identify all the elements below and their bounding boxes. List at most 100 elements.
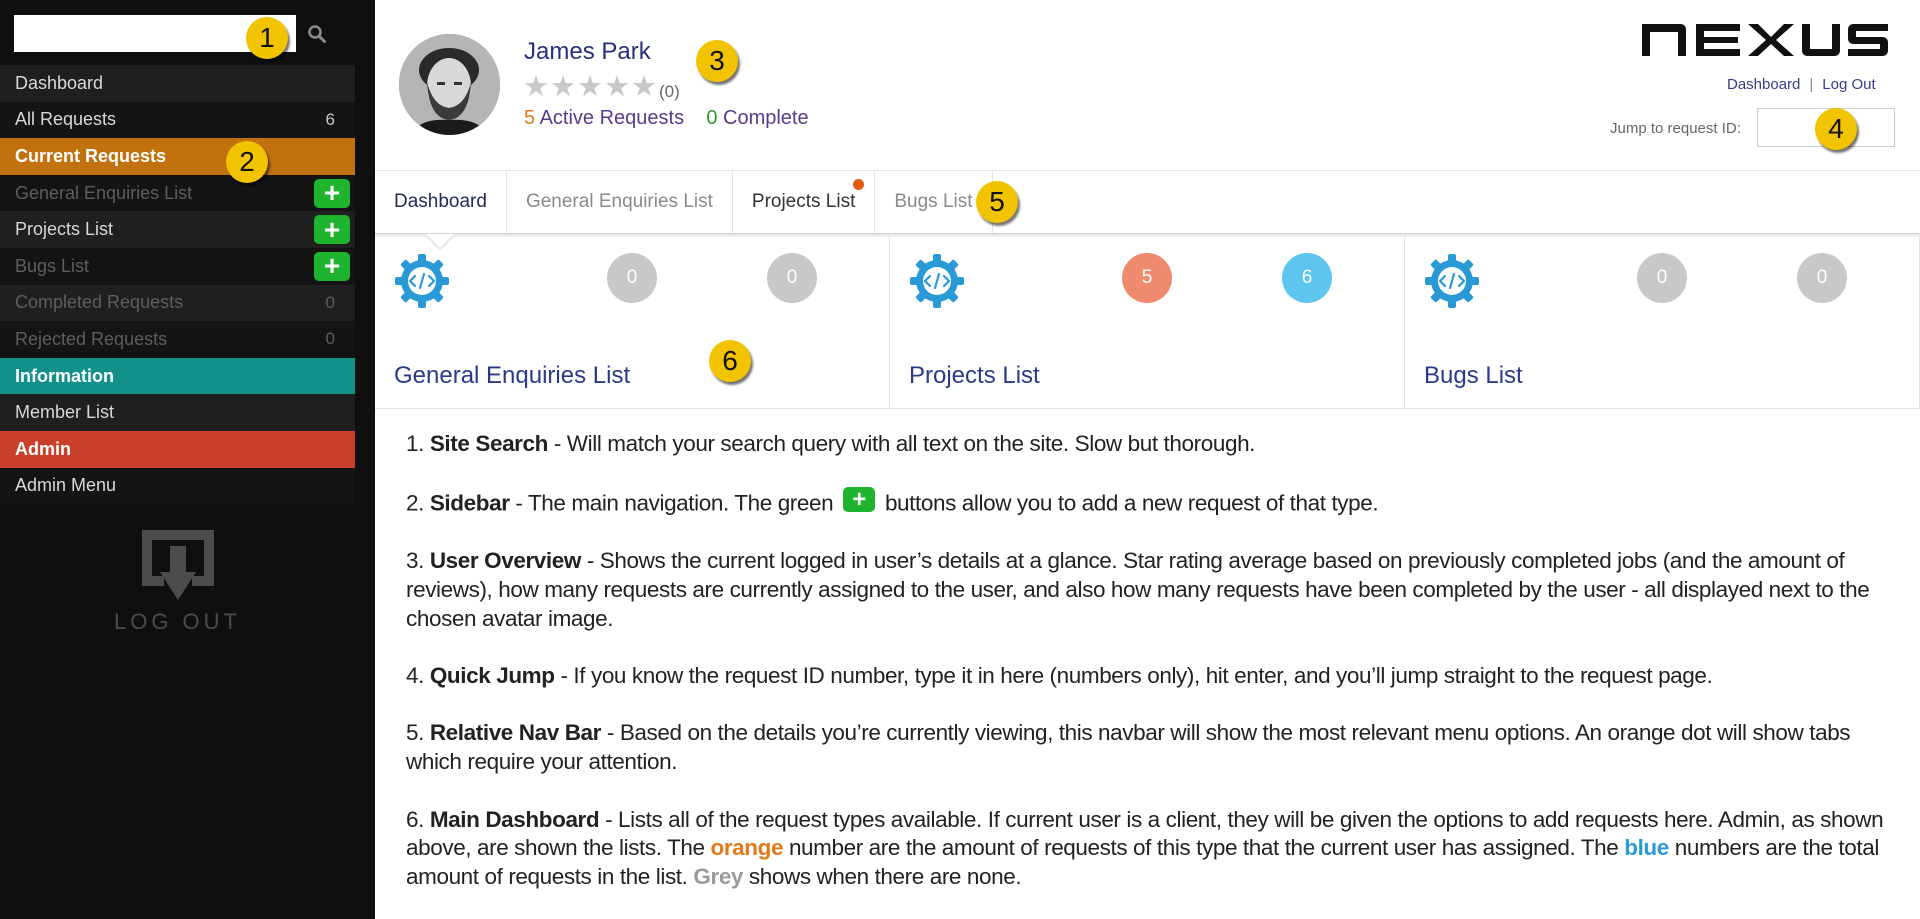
callout-5: 5 bbox=[976, 181, 1018, 223]
callout-4: 4 bbox=[1815, 108, 1857, 150]
sidebar-item-label: Rejected Requests bbox=[15, 328, 168, 349]
sidebar-item-label: Bugs List bbox=[15, 255, 90, 276]
help-num: 2. bbox=[406, 490, 430, 516]
card-title: General Enquiries List bbox=[394, 362, 631, 389]
sidebar-item-projects[interactable]: Projects List + bbox=[0, 211, 355, 248]
help-text: buttons allow you to add a new request o… bbox=[879, 490, 1379, 516]
jump-label: Jump to request ID: bbox=[1610, 120, 1741, 137]
add-bug-button[interactable]: + bbox=[314, 251, 350, 281]
sidebar-section-label: Current Requests bbox=[15, 145, 167, 166]
help-description: 1. Site Search - Will match your search … bbox=[406, 430, 1886, 919]
avatar-portrait-image bbox=[399, 34, 500, 135]
help-num: 6. bbox=[406, 806, 430, 832]
code-gear-icon bbox=[910, 254, 964, 308]
sidebar-section-admin[interactable]: Admin bbox=[0, 430, 355, 468]
sidebar-item-count: 0 bbox=[325, 329, 335, 349]
tab-bugs[interactable]: Bugs List bbox=[875, 171, 993, 233]
card-bugs[interactable]: 0 0 Bugs List bbox=[1405, 236, 1920, 408]
logout-link[interactable]: Log Out bbox=[1822, 76, 1875, 93]
help-title: Sidebar bbox=[429, 490, 510, 516]
tab-projects[interactable]: Projects List bbox=[733, 171, 876, 233]
callout-1: 1 bbox=[246, 17, 288, 59]
total-count-badge: 0 bbox=[1797, 253, 1847, 303]
code-gear-icon bbox=[395, 254, 449, 308]
card-title: Projects List bbox=[909, 362, 1040, 389]
sidebar-item-count: 6 bbox=[325, 109, 335, 129]
help-num: 5. bbox=[406, 720, 430, 746]
sidebar-section-current-requests[interactable]: Current Requests bbox=[0, 138, 355, 175]
help-title: Quick Jump bbox=[429, 663, 555, 689]
help-item-relative-nav-bar: 5. Relative Nav Bar - Based on the detai… bbox=[406, 719, 1886, 776]
help-text: shows when there are none. bbox=[743, 863, 1022, 889]
help-highlight-orange: orange bbox=[710, 835, 784, 861]
user-name[interactable]: James Park bbox=[524, 38, 651, 66]
callout-2: 2 bbox=[226, 141, 268, 183]
logout-label: LOG OUT bbox=[113, 609, 241, 634]
sidebar-item-label: Dashboard bbox=[15, 72, 104, 93]
help-title: Main Dashboard bbox=[429, 806, 600, 832]
sidebar-item-bugs[interactable]: Bugs List + bbox=[0, 247, 355, 285]
help-text: number are the amount of requests of thi… bbox=[783, 835, 1625, 861]
assigned-count-badge: 0 bbox=[607, 253, 657, 303]
link-separator: | bbox=[1809, 76, 1814, 93]
sidebar-item-completed-requests[interactable]: Completed Requests 0 bbox=[0, 284, 355, 322]
sidebar-item-all-requests[interactable]: All Requests 6 bbox=[0, 101, 355, 139]
relative-nav-bar: Dashboard General Enquiries List Project… bbox=[375, 170, 1920, 234]
sidebar-section-label: Information bbox=[15, 365, 114, 386]
active-label[interactable]: Active Requests bbox=[540, 107, 685, 129]
logout-icon bbox=[141, 530, 214, 600]
nexus-logo-image bbox=[1642, 24, 1888, 56]
help-highlight-grey: Grey bbox=[693, 863, 744, 889]
total-count-badge: 0 bbox=[767, 253, 817, 303]
tab-dashboard[interactable]: Dashboard bbox=[375, 171, 507, 233]
help-text: - The main navigation. The green bbox=[509, 490, 840, 516]
sidebar-section-information[interactable]: Information bbox=[0, 357, 355, 395]
sidebar-item-label: All Requests bbox=[15, 109, 117, 130]
help-highlight-blue: blue bbox=[1624, 835, 1669, 861]
assigned-count-badge: 5 bbox=[1122, 253, 1172, 303]
sidebar-item-label: Admin Menu bbox=[15, 475, 117, 496]
sidebar-logout-button[interactable]: LOG OUT bbox=[105, 528, 250, 634]
card-title: Bugs List bbox=[1424, 362, 1523, 389]
sidebar-item-member-list[interactable]: Member List bbox=[0, 394, 355, 431]
user-avatar bbox=[399, 34, 500, 135]
add-general-enquiry-button[interactable]: + bbox=[314, 178, 350, 208]
sidebar-item-rejected-requests[interactable]: Rejected Requests 0 bbox=[0, 321, 355, 358]
tab-general-enquiries[interactable]: General Enquiries List bbox=[507, 171, 733, 233]
help-text: - If you know the request ID number, typ… bbox=[554, 663, 1713, 689]
complete-label[interactable]: Complete bbox=[723, 107, 809, 129]
star-rating: ★ ★ ★ ★ ★ (0) bbox=[523, 73, 680, 102]
help-item-main-dashboard: 6. Main Dashboard - Lists all of the req… bbox=[406, 806, 1886, 892]
sidebar-item-count: 0 bbox=[325, 292, 335, 312]
tab-label: Bugs List bbox=[894, 191, 973, 212]
callout-3: 3 bbox=[696, 40, 738, 82]
help-item-site-search: 1. Site Search - Will match your search … bbox=[406, 430, 1886, 459]
nexus-logo bbox=[1640, 18, 1890, 65]
tab-label: Projects List bbox=[751, 191, 856, 212]
sidebar-item-admin-menu[interactable]: Admin Menu bbox=[0, 467, 355, 505]
card-general-enquiries[interactable]: 0 0 General Enquiries List bbox=[375, 236, 890, 408]
tab-label: General Enquiries List bbox=[525, 191, 713, 212]
star-icon: ★ bbox=[550, 71, 576, 103]
help-title: Relative Nav Bar bbox=[429, 720, 602, 746]
help-title: Site Search bbox=[429, 431, 549, 456]
sidebar-menu: Dashboard All Requests 6 Current Request… bbox=[0, 65, 355, 505]
sidebar-item-label: Completed Requests bbox=[15, 292, 184, 313]
sidebar-item-label: General Enquiries List bbox=[15, 182, 193, 203]
sidebar-item-dashboard[interactable]: Dashboard bbox=[0, 65, 355, 102]
help-text: - Based on the details you’re currently … bbox=[406, 720, 1851, 775]
top-links: Dashboard | Log Out bbox=[1727, 76, 1876, 93]
sidebar-item-general-enquiries[interactable]: General Enquiries List + bbox=[0, 174, 355, 212]
callout-6: 6 bbox=[709, 340, 751, 382]
search-button[interactable] bbox=[302, 19, 332, 49]
help-item-quick-jump: 4. Quick Jump - If you know the request … bbox=[406, 662, 1886, 691]
attention-dot bbox=[853, 179, 865, 190]
card-projects[interactable]: 5 6 Projects List bbox=[890, 236, 1405, 408]
request-summary: 5 Active Requests 0 Complete bbox=[524, 107, 809, 130]
add-project-button[interactable]: + bbox=[314, 215, 350, 245]
star-icon: ★ bbox=[604, 71, 630, 103]
help-text: - Shows the current logged in user’s det… bbox=[406, 548, 1870, 631]
assigned-count-badge: 0 bbox=[1637, 253, 1687, 303]
dashboard-link[interactable]: Dashboard bbox=[1727, 76, 1800, 93]
active-count: 5 bbox=[524, 107, 536, 129]
